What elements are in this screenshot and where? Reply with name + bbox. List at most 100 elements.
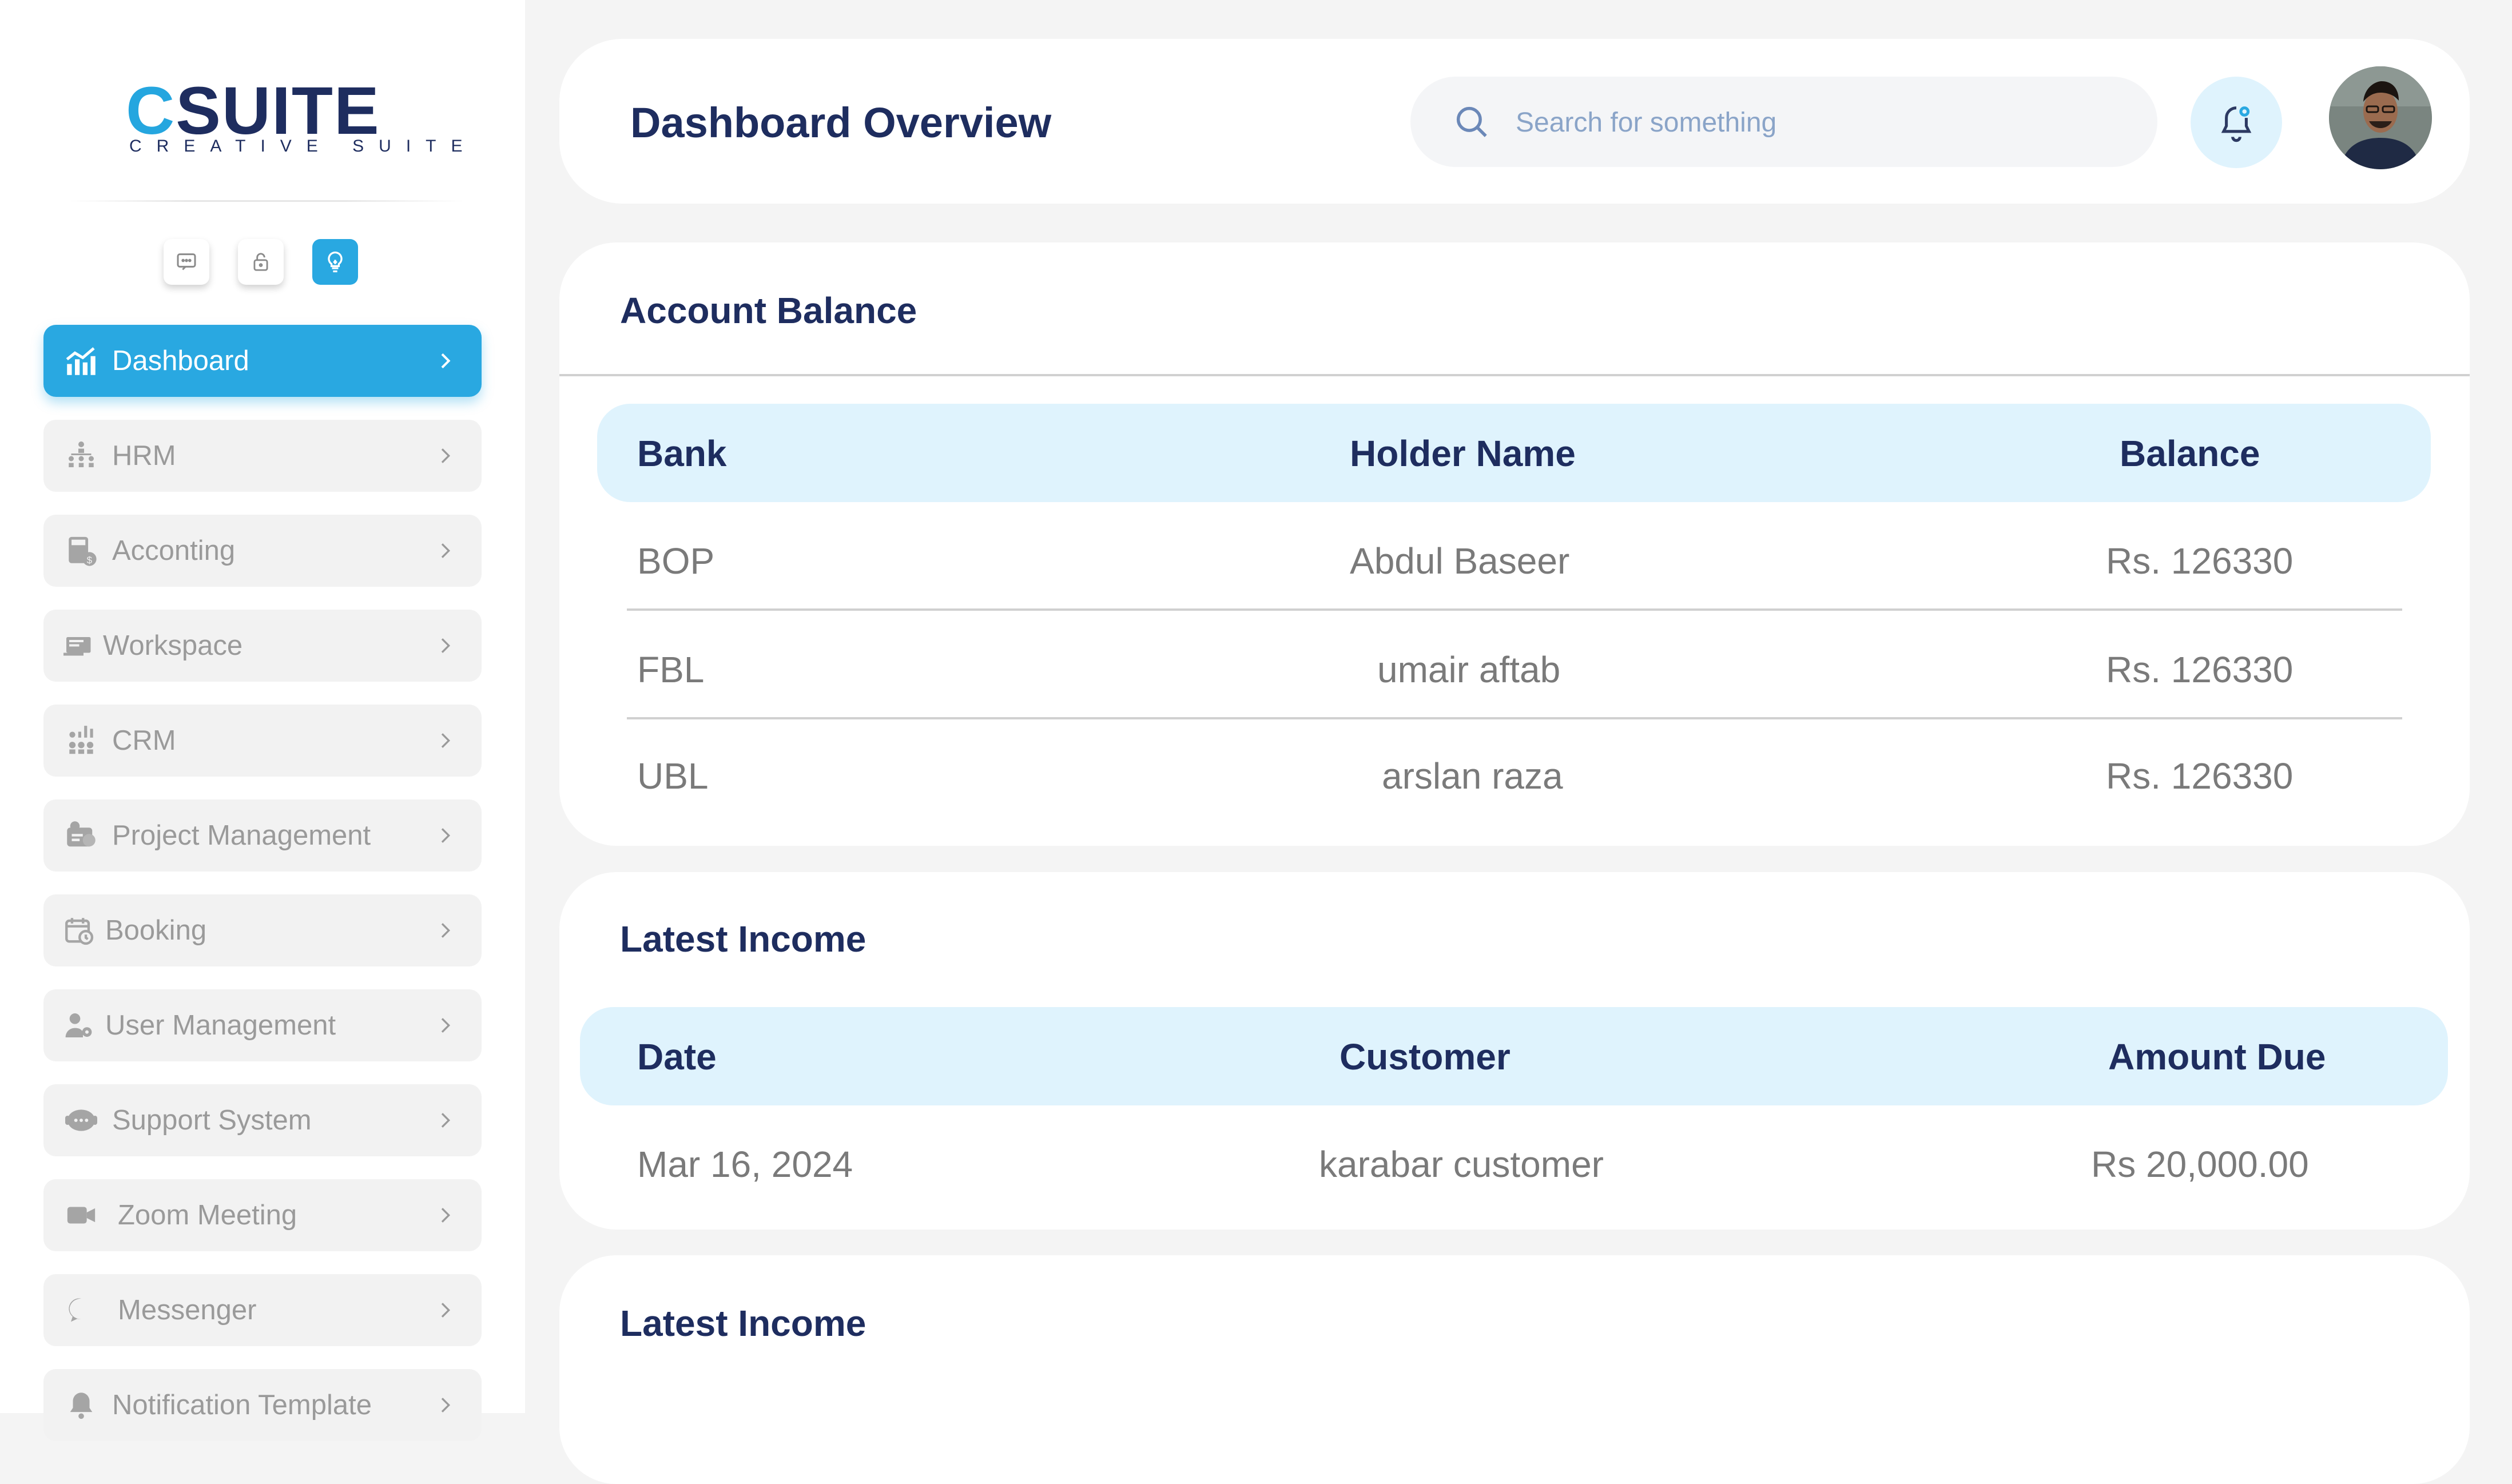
latest-income-title-2: Latest Income: [620, 1303, 867, 1344]
chevron-right-icon: [441, 638, 451, 653]
lightbulb-button[interactable]: [312, 239, 358, 285]
chevron-right-icon: [441, 828, 451, 843]
lightbulb-icon: [328, 251, 343, 273]
chevron-right-icon: [441, 1398, 451, 1413]
cell-holder-name: arslan raza: [1382, 755, 1563, 797]
sidebar-item-crm[interactable]: CRM: [43, 705, 482, 777]
top-header: Dashboard Overview: [559, 39, 2470, 204]
cell-amount-due: Rs 20,000.00: [2091, 1144, 2309, 1185]
cell-balance: Rs. 126330: [2106, 540, 2294, 582]
table-row[interactable]: Mar 16, 2024 karabar customer Rs 20,000.…: [627, 1107, 2402, 1213]
sidebar-item-label: Booking: [105, 915, 207, 946]
sidebar-item-project-management[interactable]: Project Management: [43, 799, 482, 872]
chat-icon: [177, 253, 196, 270]
avatar[interactable]: [2329, 66, 2432, 169]
cell-balance: Rs. 126330: [2106, 649, 2294, 690]
cell-bank: BOP: [637, 540, 715, 582]
support-chat-icon: [58, 1097, 104, 1143]
sidebar-item-label: Dashboard: [112, 345, 249, 376]
sidebar-divider: [69, 200, 463, 202]
sidebar-item-label: Zoom Meeting: [118, 1200, 297, 1231]
sidebar-item-label: Workspace: [103, 630, 243, 661]
brand-logo[interactable]: CSUITE CREATIVE SUITE: [126, 73, 462, 160]
table-header: Bank Holder Name Balance: [597, 404, 2431, 502]
sidebar-item-dashboard[interactable]: Dashboard: [43, 325, 482, 397]
lock-button[interactable]: [238, 239, 284, 285]
sidebar-item-hrm[interactable]: HRM: [43, 420, 482, 492]
cell-holder-name: umair aftab: [1377, 649, 1561, 690]
column-header-holder-name: Holder Name: [1350, 433, 1576, 474]
chevron-right-icon: [441, 1208, 451, 1223]
sidebar-item-label: Notification Template: [112, 1390, 372, 1421]
svg-text:$: $: [87, 555, 93, 566]
column-header-amount-due: Amount Due: [2108, 1036, 2326, 1077]
chevron-right-icon: [441, 1018, 451, 1033]
notifications-button[interactable]: [2191, 77, 2282, 168]
search-icon: [1456, 106, 1487, 137]
chevron-right-icon: [441, 543, 451, 558]
account-balance-title: Account Balance: [620, 290, 917, 331]
bell-icon: [58, 1382, 104, 1428]
table-row[interactable]: UBL arslan raza Rs. 126330: [627, 719, 2402, 826]
sidebar-item-user-management[interactable]: User Management: [43, 989, 482, 1061]
sidebar-item-label: Support System: [112, 1105, 312, 1136]
chevron-right-icon: [441, 733, 451, 748]
cell-holder-name: Abdul Baseer: [1350, 540, 1570, 582]
chevron-right-icon: [441, 1303, 451, 1318]
search-bar[interactable]: [1410, 77, 2157, 167]
user-gear-icon: [56, 1002, 102, 1048]
latest-income-title: Latest Income: [620, 918, 867, 960]
sidebar-item-workspace[interactable]: Workspace: [43, 610, 482, 682]
message-bubble-icon: [58, 1287, 104, 1333]
sidebar-item-label: HRM: [112, 440, 176, 471]
crm-icon: [58, 718, 104, 763]
logo-tagline: CREATIVE SUITE: [129, 137, 478, 156]
video-camera-icon: [58, 1192, 104, 1238]
cell-balance: Rs. 126330: [2106, 755, 2294, 797]
user-avatar-image: [2329, 66, 2432, 169]
table-row[interactable]: FBL umair aftab Rs. 126330: [627, 611, 2402, 719]
account-balance-card: Account Balance Bank Holder Name Balance…: [559, 242, 2470, 846]
table-row[interactable]: BOP Abdul Baseer Rs. 126330: [627, 502, 2402, 611]
latest-income-card: Latest Income Date Customer Amount Due M…: [559, 872, 2470, 1230]
project-icon: [58, 813, 104, 858]
search-input[interactable]: [1515, 97, 2123, 148]
page-title: Dashboard Overview: [630, 99, 1052, 146]
sidebar-nav: Dashboard HRM $ Acconting Workspace CRM …: [43, 325, 482, 1464]
sidebar-item-label: Acconting: [112, 535, 236, 566]
sidebar-item-messenger[interactable]: Messenger: [43, 1274, 482, 1346]
cell-customer: karabar customer: [1319, 1144, 1604, 1185]
column-header-balance: Balance: [2120, 433, 2260, 474]
lock-icon: [253, 253, 268, 271]
bell-icon: [2221, 106, 2252, 142]
column-header-date: Date: [637, 1036, 717, 1077]
chart-bars-icon: [58, 338, 104, 384]
workspace-icon: [55, 623, 101, 669]
chevron-right-icon: [441, 353, 451, 369]
table-header: Date Customer Amount Due: [580, 1007, 2448, 1105]
sidebar-item-zoom-meeting[interactable]: Zoom Meeting: [43, 1179, 482, 1251]
sidebar-item-label: User Management: [105, 1010, 336, 1041]
calendar-clock-icon: [56, 908, 102, 953]
chevron-right-icon: [441, 923, 451, 938]
sidebar-item-support-system[interactable]: Support System: [43, 1084, 482, 1156]
column-header-customer: Customer: [1340, 1036, 1511, 1077]
cell-bank: FBL: [637, 649, 705, 690]
sidebar-item-booking[interactable]: Booking: [43, 894, 482, 966]
sidebar-item-label: Messenger: [118, 1295, 257, 1326]
column-header-bank: Bank: [637, 433, 727, 474]
sidebar: CSUITE CREATIVE SUITE Dashboard HRM $ Ac…: [0, 0, 525, 1441]
sidebar-item-label: CRM: [112, 725, 176, 756]
calculator-icon: $: [58, 528, 104, 574]
org-chart-icon: [58, 433, 104, 479]
sidebar-item-label: Project Management: [112, 820, 371, 851]
sidebar-item-accounting[interactable]: $ Acconting: [43, 515, 482, 587]
logo-wordmark: CSUITE: [126, 73, 380, 149]
chevron-right-icon: [441, 448, 451, 463]
cell-bank: UBL: [637, 755, 709, 797]
sidebar-item-notification-template[interactable]: Notification Template: [43, 1369, 482, 1441]
quick-actions: [164, 239, 358, 285]
chat-button[interactable]: [164, 239, 209, 285]
chevron-right-icon: [441, 1113, 451, 1128]
cell-date: Mar 16, 2024: [637, 1144, 853, 1185]
